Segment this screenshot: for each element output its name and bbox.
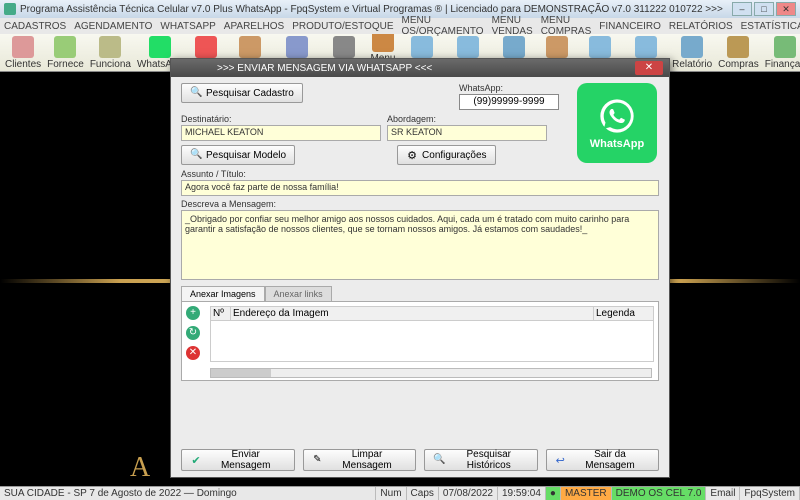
whatsapp-icon [597, 96, 637, 136]
enviar-button[interactable]: Enviar Mensagem [181, 449, 295, 471]
destinatario-field[interactable]: MICHAEL KEATON [181, 125, 381, 141]
statusbar: SUA CIDADE - SP 7 de Agosto de 2022 — Do… [0, 486, 800, 500]
maximize-button[interactable]: □ [754, 2, 774, 16]
search-icon [433, 454, 445, 466]
menu-produto/estoque[interactable]: PRODUTO/ESTOQUE [292, 21, 393, 32]
image-list[interactable]: Nº Endereço da Imagem Legenda [210, 306, 654, 362]
toolbar-icon [372, 34, 394, 52]
app-icon [4, 3, 16, 15]
toolbar-compras[interactable]: Compras [715, 35, 762, 71]
menubar: CADASTROS AGENDAMENTO WHATSAPP APARELHOS PRO… [0, 18, 800, 34]
status-fpq[interactable]: FpqSystem [740, 487, 800, 500]
menu-agendamento[interactable]: AGENDAMENTO [74, 21, 152, 32]
tab-anexar-imagens[interactable]: Anexar Imagens [181, 286, 265, 301]
status-email[interactable]: Email [706, 487, 740, 500]
dialog-close-button[interactable]: ✕ [635, 61, 663, 75]
col-numero: Nº [211, 307, 231, 320]
status-date: 07/08/2022 [439, 487, 498, 500]
search-icon [190, 87, 202, 99]
menu-financeiro[interactable]: FINANCEIRO [599, 21, 661, 32]
col-endereco: Endereço da Imagem [231, 307, 593, 320]
tab-anexar-links[interactable]: Anexar links [265, 286, 332, 301]
toolbar-icon [457, 36, 479, 58]
toolbar-icon [546, 36, 568, 58]
toolbar-icon [99, 36, 121, 58]
toolbar-label: Compras [718, 59, 759, 70]
toolbar-icon [727, 36, 749, 58]
toolbar-icon [589, 36, 611, 58]
menu-aparelhos[interactable]: APARELHOS [224, 21, 284, 32]
search-modelo-button[interactable]: Pesquisar Modelo [181, 145, 295, 165]
menu-whatsapp[interactable]: WHATSAPP [160, 21, 215, 32]
toolbar-label: Clientes [5, 59, 41, 70]
toolbar-icon [411, 36, 433, 58]
add-image-button[interactable]: + [186, 306, 200, 320]
status-indicator-1: ● [546, 487, 561, 500]
menu-cadastros[interactable]: CADASTROS [4, 21, 66, 32]
assunto-field[interactable]: Agora você faz parte de nossa família! [181, 180, 659, 196]
toolbar-icon [774, 36, 796, 58]
status-time: 19:59:04 [498, 487, 546, 500]
whatsapp-label: WhatsApp [590, 138, 644, 150]
dialog-title: >>> ENVIAR MENSAGEM VIA WHATSAPP <<< [177, 63, 635, 74]
status-master: MASTER [561, 487, 612, 500]
toolbar-icon [333, 36, 355, 58]
status-location: SUA CIDADE - SP 7 de Agosto de 2022 — Do… [0, 487, 376, 500]
toolbar-icon [195, 36, 217, 58]
toolbar-relatório[interactable]: Relatório [669, 35, 715, 71]
check-icon [190, 454, 202, 466]
whatsapp-number-field[interactable]: (99)99999-9999 [459, 94, 559, 110]
search-cadastro-button[interactable]: Pesquisar Cadastro [181, 83, 303, 103]
search-icon [190, 149, 202, 161]
delete-image-button[interactable]: ✕ [186, 346, 200, 360]
attach-images-pane: + ↻ ✕ Nº Endereço da Imagem Legenda [181, 301, 659, 381]
gold-letter: A [130, 452, 150, 484]
dialog-titlebar: >>> ENVIAR MENSAGEM VIA WHATSAPP <<< ✕ [171, 59, 669, 77]
refresh-image-button[interactable]: ↻ [186, 326, 200, 340]
toolbar-icon [635, 36, 657, 58]
minimize-button[interactable]: – [732, 2, 752, 16]
mensagem-textarea[interactable] [181, 210, 659, 280]
col-legenda: Legenda [593, 307, 653, 320]
status-num: Num [376, 487, 406, 500]
whatsapp-logo-badge: WhatsApp [577, 83, 657, 163]
toolbar-icon [54, 36, 76, 58]
status-caps: Caps [407, 487, 439, 500]
status-demo: DEMO OS CEL 7.0 [612, 487, 707, 500]
destinatario-label: Destinatário: [181, 114, 381, 124]
brush-icon [312, 454, 324, 466]
whatsapp-dialog: >>> ENVIAR MENSAGEM VIA WHATSAPP <<< ✕ W… [170, 58, 670, 478]
whatsapp-number-label: WhatsApp: [459, 83, 569, 93]
toolbar-label: Fornece [47, 59, 84, 70]
mensagem-label: Descreva a Mensagem: [181, 199, 659, 209]
toolbar-label: Relatório [672, 59, 712, 70]
toolbar-icon [503, 36, 525, 58]
assunto-label: Assunto / Título: [181, 169, 659, 179]
toolbar-icon [286, 36, 308, 58]
menu-estatística[interactable]: ESTATÍSTICA [741, 21, 800, 32]
window-title: Programa Assistência Técnica Celular v7.… [20, 4, 732, 15]
abordagem-label: Abordagem: [387, 114, 547, 124]
window-close-button[interactable]: ✕ [776, 2, 796, 16]
toolbar-fornece[interactable]: Fornece [44, 35, 87, 71]
gear-icon [406, 149, 418, 161]
toolbar-icon [149, 36, 171, 58]
toolbar-icon [239, 36, 261, 58]
toolbar-icon [12, 36, 34, 58]
toolbar-label: Funciona [90, 59, 131, 70]
exit-icon [555, 454, 566, 466]
config-button[interactable]: Configurações [397, 145, 495, 165]
window-titlebar: Programa Assistência Técnica Celular v7.… [0, 0, 800, 18]
toolbar-clientes[interactable]: Clientes [2, 35, 44, 71]
toolbar-label: Finanças [765, 59, 800, 70]
toolbar-icon [681, 36, 703, 58]
toolbar-finanças[interactable]: Finanças [762, 35, 800, 71]
limpar-button[interactable]: Limpar Mensagem [303, 449, 417, 471]
horizontal-scrollbar[interactable] [210, 368, 652, 378]
historicos-button[interactable]: Pesquisar Históricos [424, 449, 538, 471]
toolbar-funciona[interactable]: Funciona [87, 35, 134, 71]
menu-relatórios[interactable]: RELATÓRIOS [669, 21, 733, 32]
abordagem-field[interactable]: SR KEATON [387, 125, 547, 141]
sair-button[interactable]: Sair da Mensagem [546, 449, 660, 471]
